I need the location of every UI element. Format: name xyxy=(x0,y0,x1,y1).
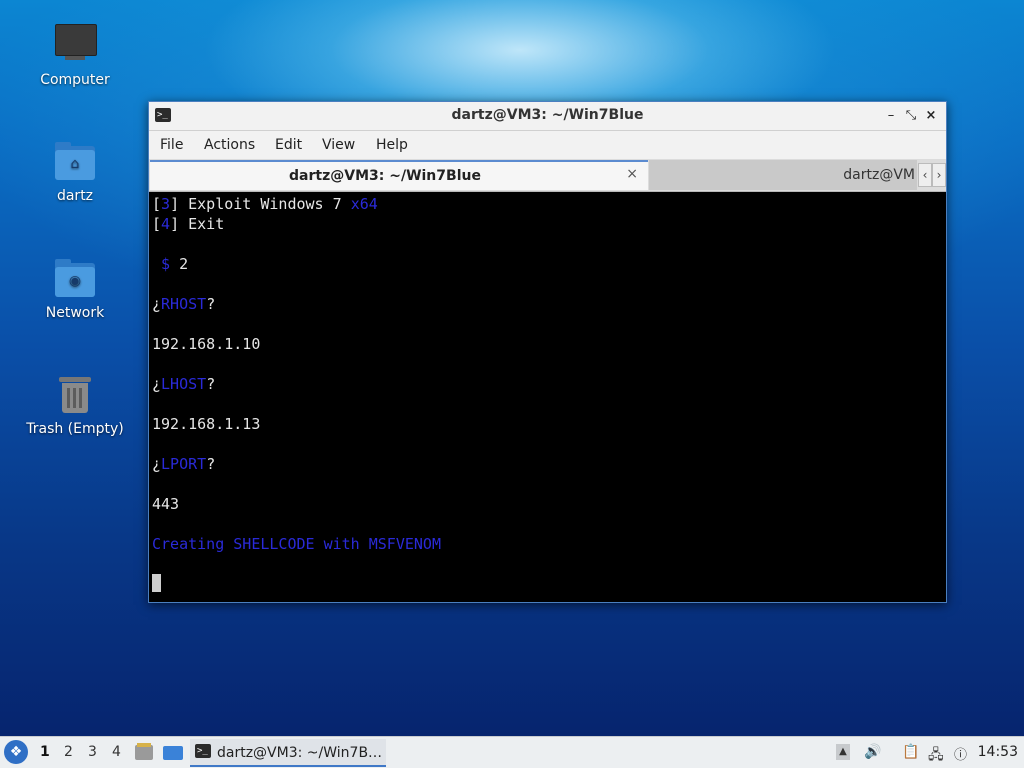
workspace-3[interactable]: 3 xyxy=(88,744,97,760)
terminal-cursor xyxy=(152,574,161,592)
network-tray-icon[interactable]: 🖧 xyxy=(928,744,944,768)
tab-label: dartz@VM xyxy=(843,167,915,183)
volume-icon[interactable]: 🔊 xyxy=(864,744,881,760)
tab-win7blue[interactable]: dartz@VM3: ~/Win7Blue × xyxy=(150,160,648,190)
menu-actions[interactable]: Actions xyxy=(204,137,255,153)
computer-icon xyxy=(53,24,97,68)
taskbar: ❖ 1 2 3 4 >_ dartz@VM3: ~/Win7B… ▲ 🔊 📋 🖧… xyxy=(0,736,1024,768)
window-title: dartz@VM3: ~/Win7Blue xyxy=(451,107,644,123)
desktop: Computer ⌂ dartz ◉ Network Trash (Empty)… xyxy=(0,0,1024,768)
desktop-icon-label: Trash (Empty) xyxy=(26,421,124,437)
tab-bar: dartz@VM3: ~/Win7Blue × dartz@VM ‹ › xyxy=(149,159,946,192)
task-label: dartz@VM3: ~/Win7B… xyxy=(217,745,383,761)
tab-second[interactable]: dartz@VM xyxy=(649,160,917,190)
tray-arrow-icon[interactable]: ▲ xyxy=(836,744,850,760)
workspace-2[interactable]: 2 xyxy=(64,744,73,760)
terminal-line: [4] Exit xyxy=(152,215,225,233)
home-folder-icon: ⌂ xyxy=(53,140,97,184)
maximize-button[interactable]: ⤡ xyxy=(902,107,920,125)
close-button[interactable]: × xyxy=(922,107,940,125)
tab-scroll-left-icon[interactable]: ‹ xyxy=(918,163,932,187)
terminal-window: >_ dartz@VM3: ~/Win7Blue – ⤡ × File Acti… xyxy=(148,101,947,603)
menu-help[interactable]: Help xyxy=(376,137,408,153)
menu-view[interactable]: View xyxy=(322,137,355,153)
tab-scroll-right-icon[interactable]: › xyxy=(932,163,946,187)
taskbar-task-terminal[interactable]: >_ dartz@VM3: ~/Win7B… xyxy=(190,739,386,767)
desktop-icon-label: Network xyxy=(45,305,105,321)
terminal-output[interactable]: [3] Exploit Windows 7 x64 [4] Exit $ 2 ¿… xyxy=(151,194,941,598)
terminal-status-line: Creating SHELLCODE with MSFVENOM xyxy=(152,535,441,553)
menu-edit[interactable]: Edit xyxy=(275,137,302,153)
terminal-line: ¿LPORT? xyxy=(152,455,216,473)
notification-icon[interactable]: ⓘ xyxy=(954,744,967,763)
menu-bar: File Actions Edit View Help xyxy=(149,131,946,159)
clipboard-icon[interactable]: 📋 xyxy=(902,744,919,760)
terminal-icon: >_ xyxy=(195,744,211,758)
desktop-icon-home[interactable]: ⌂ dartz xyxy=(20,140,130,204)
workspace-1[interactable]: 1 xyxy=(40,744,50,760)
terminal-line: 192.168.1.13 xyxy=(152,415,261,433)
minimize-button[interactable]: – xyxy=(882,107,900,125)
terminal-line: ¿RHOST? xyxy=(152,295,216,313)
terminal-line: 443 xyxy=(152,495,180,513)
file-manager-icon[interactable] xyxy=(135,743,155,761)
terminal-line: ¿LHOST? xyxy=(152,375,216,393)
tab-label: dartz@VM3: ~/Win7Blue xyxy=(289,168,481,184)
trash-icon xyxy=(53,373,97,417)
terminal-line: $ 2 xyxy=(152,255,189,273)
window-titlebar[interactable]: >_ dartz@VM3: ~/Win7Blue – ⤡ × xyxy=(149,102,946,131)
show-desktop-icon[interactable] xyxy=(163,743,183,761)
desktop-icon-network[interactable]: ◉ Network xyxy=(20,257,130,321)
desktop-icon-label: dartz xyxy=(56,188,94,204)
workspace-4[interactable]: 4 xyxy=(112,744,121,760)
desktop-icon-label: Computer xyxy=(40,72,110,88)
network-folder-icon: ◉ xyxy=(53,257,97,301)
tab-close-icon[interactable]: × xyxy=(626,166,638,182)
menu-file[interactable]: File xyxy=(160,137,183,153)
terminal-line: 192.168.1.10 xyxy=(152,335,261,353)
start-menu-button[interactable]: ❖ xyxy=(4,740,28,764)
clock[interactable]: 14:53 xyxy=(978,744,1018,760)
desktop-icon-computer[interactable]: Computer xyxy=(20,24,130,88)
desktop-icon-trash[interactable]: Trash (Empty) xyxy=(20,373,130,437)
terminal-line: [3] Exploit Windows 7 x64 xyxy=(152,195,378,213)
